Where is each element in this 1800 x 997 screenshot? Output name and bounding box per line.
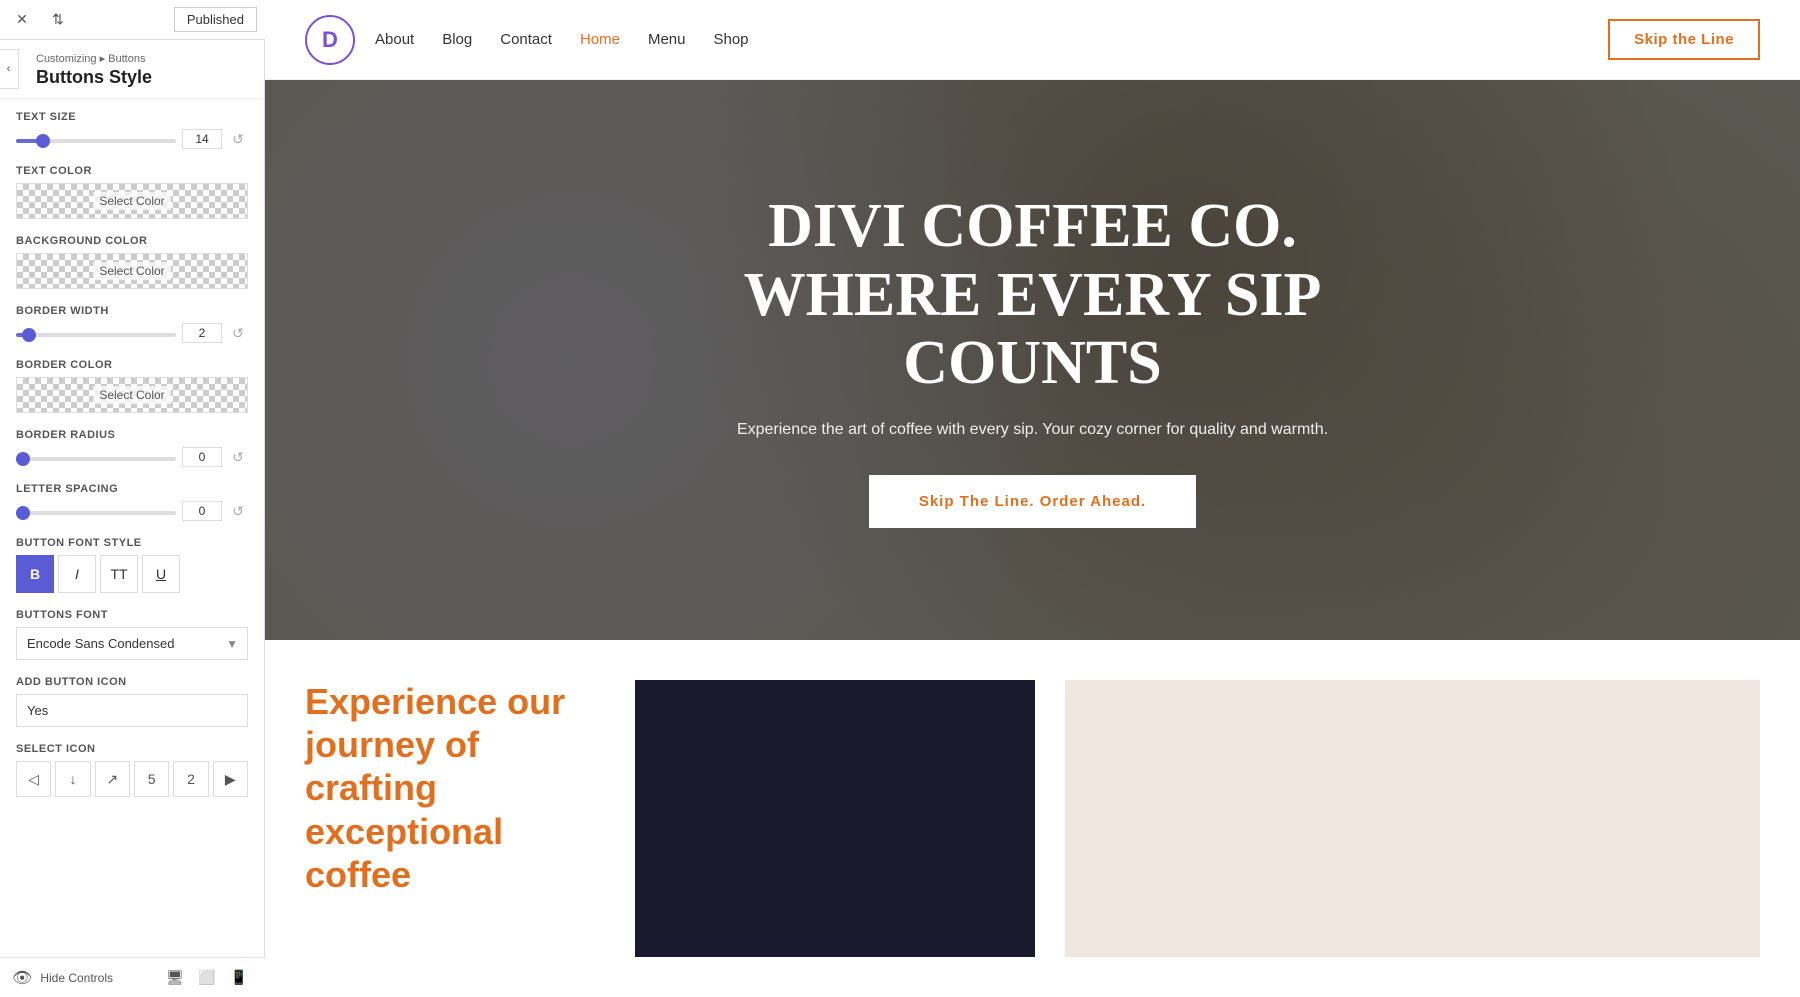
icon-option-2[interactable]: ↓ <box>55 761 90 797</box>
hero-content: DIVI COFFEE CO. WHERE EVERY SIP COUNTS E… <box>633 192 1433 527</box>
tablet-view-button[interactable]: ⬜ <box>193 964 221 992</box>
preview-area: D About Blog Contact Home Menu Shop Skip… <box>265 0 1800 997</box>
select-icon-label: SELECT ICON <box>16 743 248 755</box>
content-right-image <box>1065 680 1760 957</box>
desktop-view-button[interactable]: 🖥 <box>161 964 189 992</box>
nav-blog[interactable]: Blog <box>442 31 472 48</box>
content-section: Experience our journey of crafting excep… <box>265 640 1800 997</box>
font-uppercase-button[interactable]: TT <box>100 555 138 593</box>
icon-option-1[interactable]: ◁ <box>16 761 51 797</box>
hero-title: DIVI COFFEE CO. WHERE EVERY SIP COUNTS <box>653 192 1413 397</box>
text-size-slider[interactable] <box>16 139 176 143</box>
nav-shop[interactable]: Shop <box>713 31 748 48</box>
text-color-control: TEXT COLOR Select Color <box>16 165 248 219</box>
eye-icon: 👁 <box>12 968 32 988</box>
text-size-label: TEXT SIZE <box>16 111 248 123</box>
nav-cta-button[interactable]: Skip the Line <box>1608 19 1760 60</box>
border-color-picker[interactable]: Select Color <box>16 377 248 413</box>
background-color-label: BACKGROUND COLOR <box>16 235 248 247</box>
add-button-icon-label: ADD BUTTON ICON <box>16 676 248 688</box>
font-select-wrapper: Encode Sans Condensed Arial Georgia Helv… <box>16 627 248 660</box>
button-font-style-label: BUTTON FONT STYLE <box>16 537 248 549</box>
add-button-icon-control: ADD BUTTON ICON Yes <box>16 676 248 727</box>
buttons-font-select[interactable]: Encode Sans Condensed Arial Georgia Helv… <box>16 627 248 660</box>
back-button[interactable]: ‹ <box>0 49 19 89</box>
controls-section: TEXT SIZE ↺ TEXT COLOR Select Color BACK… <box>0 99 264 825</box>
icon-option-6[interactable]: ▶ <box>213 761 248 797</box>
panel-header: ‹ Customizing ▸ Buttons Buttons Style <box>0 40 264 99</box>
border-radius-slider[interactable] <box>16 457 176 461</box>
text-color-picker[interactable]: Select Color <box>16 183 248 219</box>
border-width-label: BORDER WIDTH <box>16 305 248 317</box>
border-color-control: BORDER COLOR Select Color <box>16 359 248 413</box>
background-color-select-label: Select Color <box>93 262 170 280</box>
content-left-title: Experience our journey of crafting excep… <box>305 680 605 896</box>
close-button[interactable]: ✕ <box>8 6 36 34</box>
border-width-control: BORDER WIDTH ↺ <box>16 305 248 343</box>
text-size-value-input[interactable] <box>182 129 222 149</box>
content-middle-image <box>635 680 1035 957</box>
letter-spacing-control: LETTER SPACING ↺ <box>16 483 248 521</box>
border-radius-control: BORDER RADIUS ↺ <box>16 429 248 467</box>
top-toolbar: ✕ ⇅ Published <box>0 0 265 40</box>
font-underline-button[interactable]: U <box>142 555 180 593</box>
text-size-control: TEXT SIZE ↺ <box>16 111 248 149</box>
background-color-picker[interactable]: Select Color <box>16 253 248 289</box>
bottom-bar: 👁 Hide Controls 🖥 ⬜ 📱 <box>0 957 265 997</box>
border-color-select-label: Select Color <box>93 386 170 404</box>
letter-spacing-slider[interactable] <box>16 511 176 515</box>
hero-subtitle: Experience the art of coffee with every … <box>653 417 1413 443</box>
border-radius-value-input[interactable] <box>182 447 222 467</box>
hero-section: DIVI COFFEE CO. WHERE EVERY SIP COUNTS E… <box>265 80 1800 640</box>
border-radius-label: BORDER RADIUS <box>16 429 248 441</box>
swap-button[interactable]: ⇅ <box>44 6 72 34</box>
hero-cta-button[interactable]: Skip The Line. Order Ahead. <box>869 475 1196 528</box>
buttons-font-label: BUTTONS FONT <box>16 609 248 621</box>
view-buttons: 🖥 ⬜ 📱 <box>161 964 253 992</box>
nav-contact[interactable]: Contact <box>500 31 552 48</box>
mobile-view-button[interactable]: 📱 <box>225 964 253 992</box>
add-button-icon-value: Yes <box>16 694 248 727</box>
icon-selector-row: ◁ ↓ ↗ 5 2 ▶ <box>16 761 248 797</box>
panel-title: Buttons Style <box>16 67 248 88</box>
text-color-select-label: Select Color <box>93 192 170 210</box>
letter-spacing-value-input[interactable] <box>182 501 222 521</box>
buttons-font-control: BUTTONS FONT Encode Sans Condensed Arial… <box>16 609 248 660</box>
nav-home[interactable]: Home <box>580 31 620 48</box>
letter-spacing-label: LETTER SPACING <box>16 483 248 495</box>
border-radius-reset[interactable]: ↺ <box>228 447 248 467</box>
icon-option-5[interactable]: 2 <box>173 761 208 797</box>
nav-links: About Blog Contact Home Menu Shop <box>375 31 749 49</box>
border-width-reset[interactable]: ↺ <box>228 323 248 343</box>
font-style-row: B I TT U <box>16 555 248 593</box>
published-button[interactable]: Published <box>174 7 257 32</box>
content-left: Experience our journey of crafting excep… <box>305 680 605 957</box>
select-icon-control: SELECT ICON ◁ ↓ ↗ 5 2 ▶ <box>16 743 248 797</box>
letter-spacing-reset[interactable]: ↺ <box>228 501 248 521</box>
site-nav: D About Blog Contact Home Menu Shop Skip… <box>265 0 1800 80</box>
hide-controls-button[interactable]: Hide Controls <box>40 971 113 985</box>
icon-option-4[interactable]: 5 <box>134 761 169 797</box>
text-size-reset[interactable]: ↺ <box>228 129 248 149</box>
font-bold-button[interactable]: B <box>16 555 54 593</box>
text-color-label: TEXT COLOR <box>16 165 248 177</box>
icon-option-3[interactable]: ↗ <box>95 761 130 797</box>
nav-about[interactable]: About <box>375 31 414 48</box>
breadcrumb: Customizing ▸ Buttons <box>16 52 248 65</box>
nav-menu[interactable]: Menu <box>648 31 686 48</box>
customizer-panel: ‹ Customizing ▸ Buttons Buttons Style TE… <box>0 40 265 997</box>
background-color-control: BACKGROUND COLOR Select Color <box>16 235 248 289</box>
border-width-value-input[interactable] <box>182 323 222 343</box>
site-logo: D <box>305 15 355 65</box>
border-width-slider[interactable] <box>16 333 176 337</box>
font-italic-button[interactable]: I <box>58 555 96 593</box>
button-font-style-control: BUTTON FONT STYLE B I TT U <box>16 537 248 593</box>
border-color-label: BORDER COLOR <box>16 359 248 371</box>
